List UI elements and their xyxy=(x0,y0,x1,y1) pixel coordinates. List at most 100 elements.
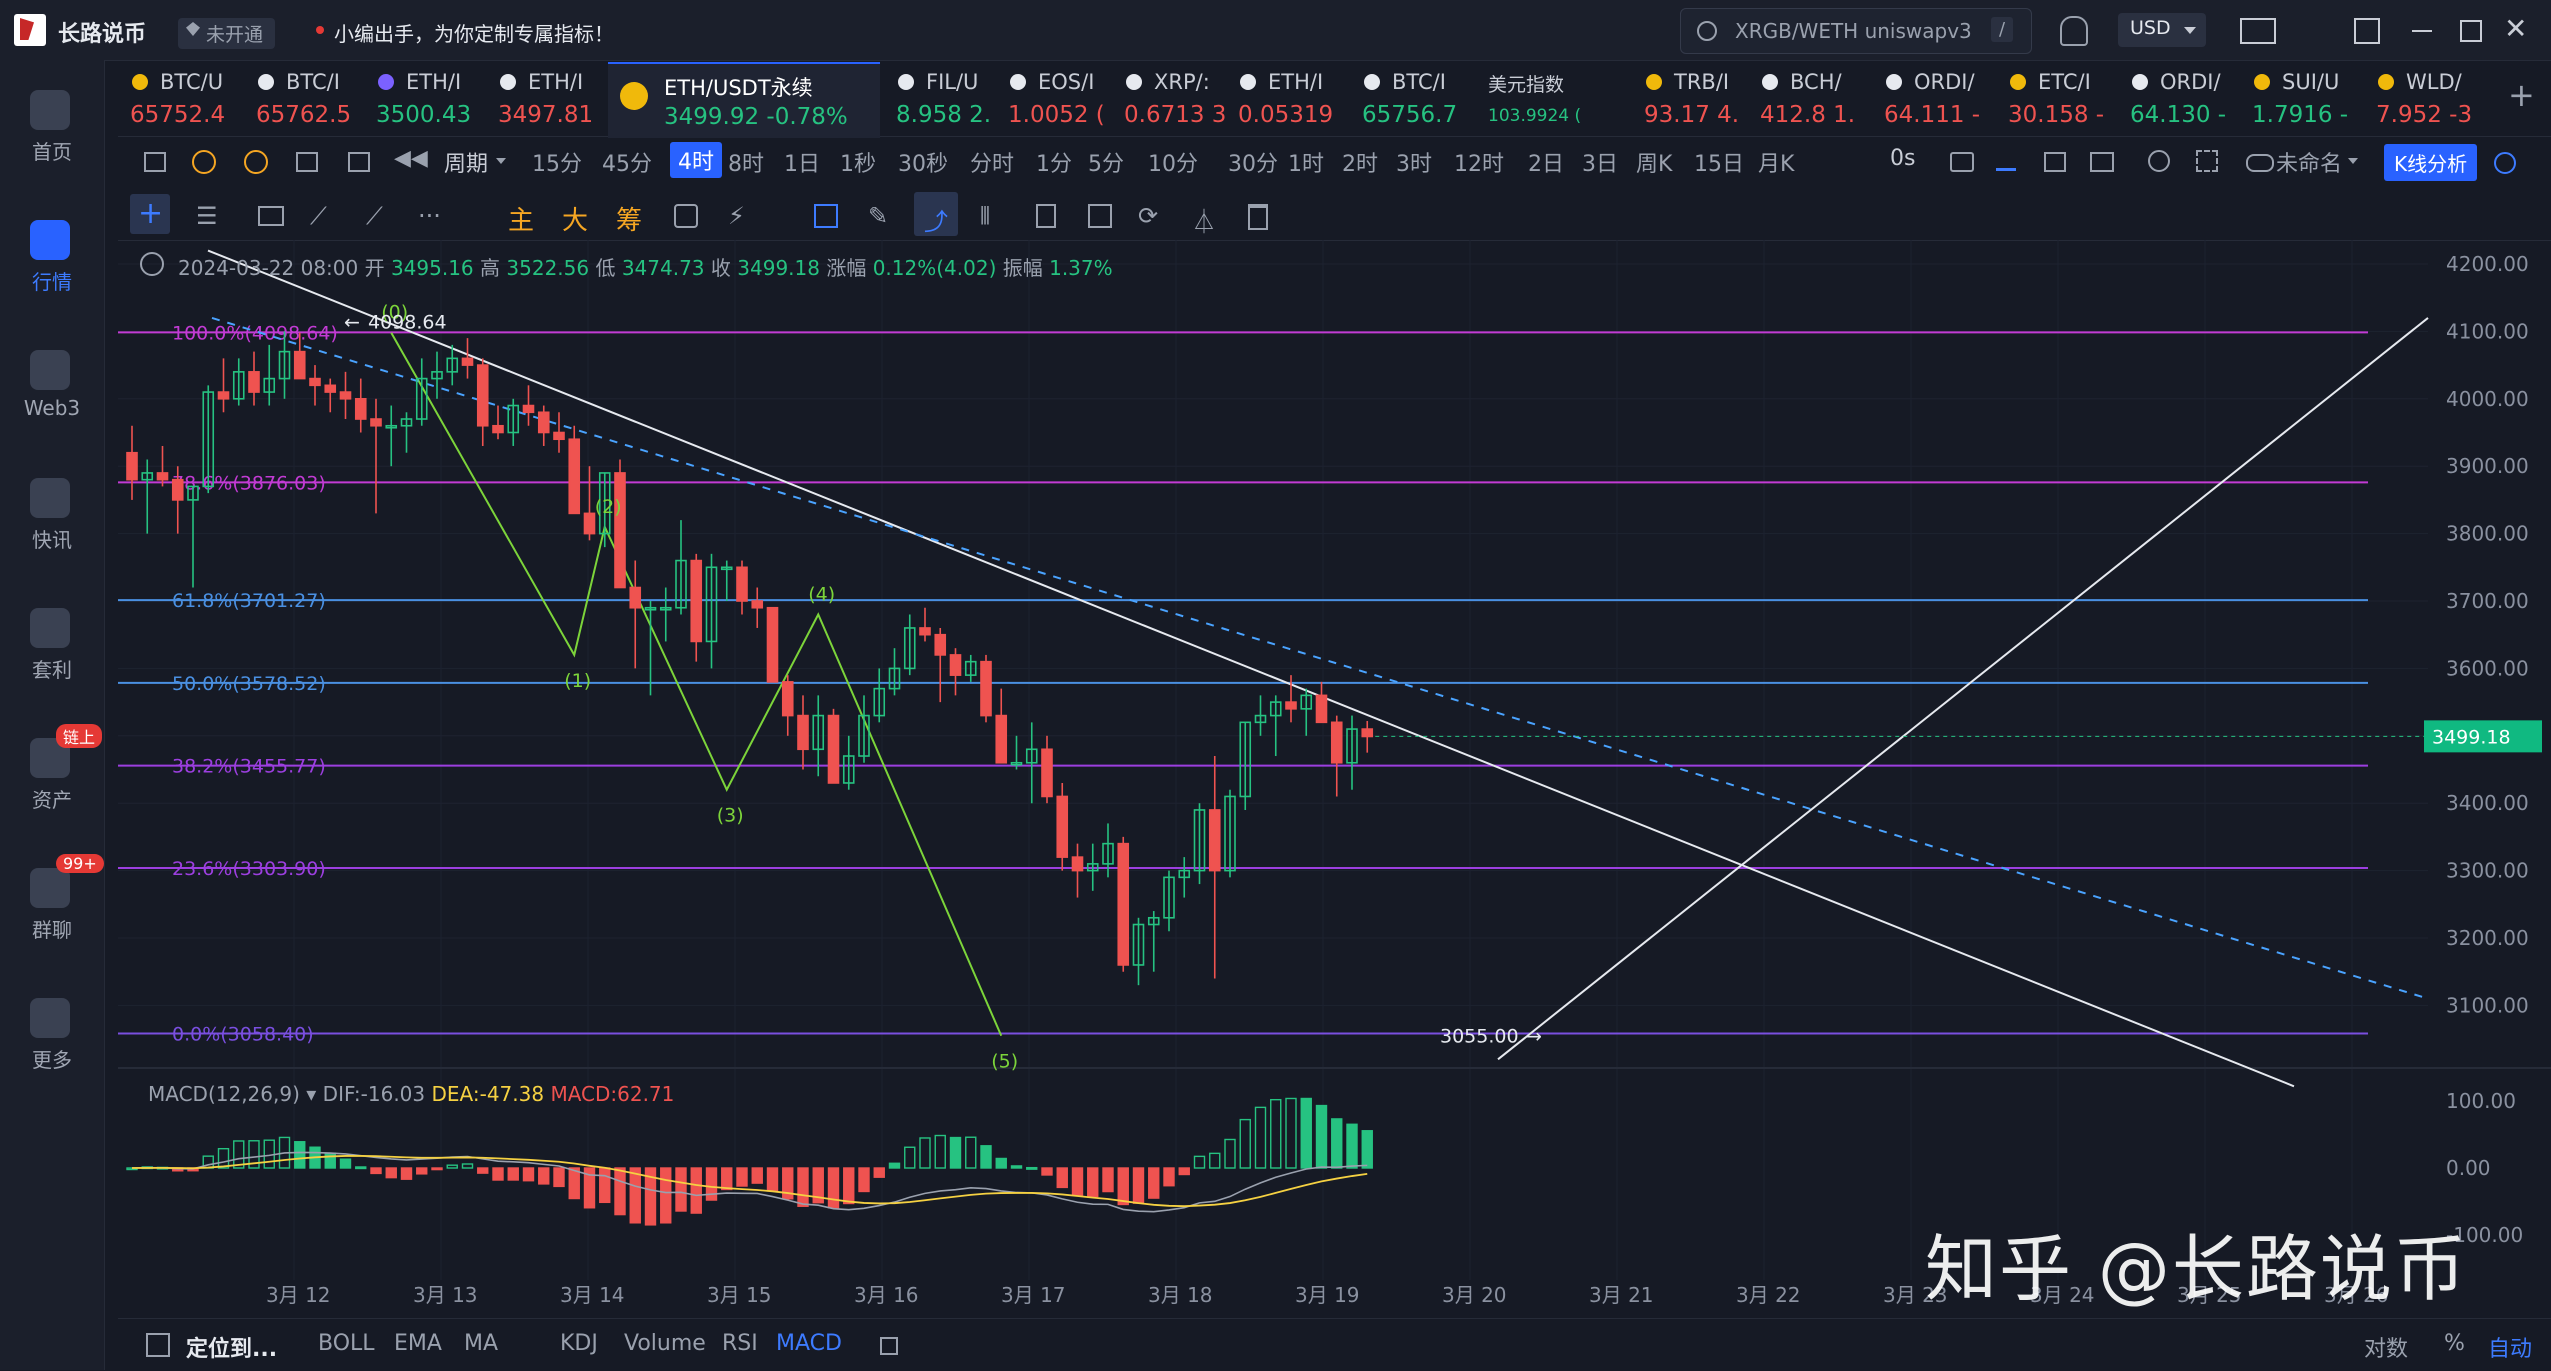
indicator-big-button[interactable]: 大 xyxy=(562,200,588,237)
ticker-tab[interactable]: BTC/I 65762.5 xyxy=(256,62,370,136)
ticker-tab[interactable]: ORDI/64.130 - xyxy=(2130,62,2246,136)
search-input[interactable]: XRGB/WETH uniswapv3 / xyxy=(1680,8,2032,54)
maximize-icon[interactable] xyxy=(2460,20,2482,42)
mail-icon[interactable] xyxy=(2240,18,2276,44)
ticker-tab[interactable]: ETH/I 0.05319 xyxy=(1238,62,1356,136)
sidebar-item-2[interactable]: Web3 xyxy=(0,330,104,440)
cloud-icon[interactable] xyxy=(2246,154,2274,172)
period-3[interactable]: 8时 xyxy=(728,146,764,178)
horizontal-lines-icon[interactable]: ☰ xyxy=(196,202,218,230)
indicator-boll[interactable]: BOLL xyxy=(318,1331,375,1356)
sidebar-item-4[interactable]: 套利 xyxy=(0,588,104,698)
indicator-main-button[interactable]: 主 xyxy=(508,200,534,237)
edit-indicators-icon[interactable] xyxy=(880,1337,898,1355)
ticker-tab[interactable]: 美元指数 103.9924 ( xyxy=(1488,62,1638,136)
log-scale-toggle[interactable]: 对数 xyxy=(2364,1331,2408,1363)
collapse-info-icon[interactable] xyxy=(140,252,164,276)
minimize-icon[interactable] xyxy=(2412,30,2432,32)
screen-icon[interactable] xyxy=(2090,152,2114,172)
add-ticker-icon[interactable]: + xyxy=(2508,76,2535,114)
compare-icon[interactable] xyxy=(348,152,370,172)
notice-text[interactable]: 小编出手，为你定制专属指标！ xyxy=(334,18,614,47)
trend-line-icon[interactable]: ⟋ xyxy=(310,202,327,230)
camera-icon[interactable] xyxy=(1950,152,1974,172)
period-9[interactable]: 5分 xyxy=(1088,146,1124,178)
fullscreen-icon[interactable] xyxy=(2196,150,2218,172)
price-chart[interactable]: 100.0%(4098.64) 78.6%(3876.03) 61.8%(3701.… xyxy=(118,240,2551,1316)
bell-icon[interactable] xyxy=(2060,16,2088,46)
ruler-icon[interactable]: ✎ xyxy=(868,202,888,230)
ray-line-icon[interactable]: ⟋ xyxy=(366,202,383,230)
replay-icon[interactable]: ◀◀ xyxy=(394,146,428,171)
period-2[interactable]: 4时 xyxy=(670,142,722,178)
ticker-tab[interactable]: TRB/I 93.17 4. xyxy=(1644,62,1754,136)
sidebar-item-3[interactable]: 快讯 xyxy=(0,458,104,568)
period-7[interactable]: 分时 xyxy=(970,146,1014,178)
draw-pen-icon[interactable] xyxy=(1996,152,2016,171)
ticker-tab[interactable]: ETH/I 3500.43 xyxy=(376,62,492,136)
period-13[interactable]: 2时 xyxy=(1342,146,1378,178)
indicator-rsi[interactable]: RSI xyxy=(722,1331,758,1356)
popout-window-icon[interactable] xyxy=(2354,18,2380,44)
ticker-tab[interactable]: WLD/7.952 -3 xyxy=(2376,62,2512,136)
period-18[interactable]: 周K xyxy=(1636,146,1672,178)
period-1[interactable]: 45分 xyxy=(602,146,652,178)
sidebar-item-7[interactable]: 更多 xyxy=(0,978,104,1088)
copy-layout-icon[interactable] xyxy=(814,204,838,228)
sidebar-item-0[interactable]: 首页 xyxy=(0,70,104,180)
magnet-icon[interactable]: ⟳ xyxy=(1138,202,1158,230)
ticker-tab[interactable]: EOS/I 1.0052 ( xyxy=(1008,62,1118,136)
ticker-tab[interactable]: FIL/U 8.958 2. xyxy=(896,62,1002,136)
locate-to-button[interactable]: 定位到... xyxy=(186,1331,277,1363)
period-14[interactable]: 3时 xyxy=(1396,146,1432,178)
ticker-tab[interactable]: BTC/U 65752.4 xyxy=(130,62,250,136)
period-12[interactable]: 1时 xyxy=(1288,146,1324,178)
period-10[interactable]: 10分 xyxy=(1148,146,1198,178)
share-icon[interactable] xyxy=(2494,152,2516,174)
indicator-ema[interactable]: EMA xyxy=(394,1331,442,1356)
bars-pattern-icon[interactable]: ⫴ xyxy=(980,202,990,230)
indicator-ma[interactable]: MA xyxy=(464,1331,498,1356)
period-0[interactable]: 15分 xyxy=(532,146,582,178)
period-16[interactable]: 2日 xyxy=(1528,146,1564,178)
ticker-tab[interactable]: ETH/USDT永续 3499.92 -0.78% xyxy=(608,62,880,138)
note-icon[interactable] xyxy=(1088,204,1112,228)
crosshair-icon[interactable]: + xyxy=(138,196,163,231)
indicator-volume[interactable]: Volume xyxy=(624,1331,706,1356)
sidebar-item-6[interactable]: 群聊 99+ xyxy=(0,848,104,958)
indicator-macd[interactable]: MACD xyxy=(776,1331,842,1356)
flash-icon[interactable] xyxy=(244,150,268,174)
ticker-tab[interactable]: ETH/I 3497.81 xyxy=(498,62,612,136)
calendar-icon[interactable] xyxy=(296,152,318,172)
ticker-tab[interactable]: BCH/412.8 1. xyxy=(1760,62,1878,136)
indicator-clock-icon[interactable] xyxy=(192,150,216,174)
layout-name[interactable]: 未命名 xyxy=(2276,146,2342,178)
period-15[interactable]: 12时 xyxy=(1454,146,1504,178)
layout-icon[interactable] xyxy=(2044,152,2066,172)
rectangle-tool-icon[interactable] xyxy=(258,206,284,226)
indicator-kdj[interactable]: KDJ xyxy=(560,1331,598,1356)
percent-scale-toggle[interactable]: % xyxy=(2444,1331,2465,1356)
measure-icon[interactable]: ⚡ xyxy=(728,202,745,230)
sidebar-item-1[interactable]: 行情 xyxy=(0,200,104,310)
period-20[interactable]: 月K xyxy=(1758,146,1794,178)
ticker-tab[interactable]: BTC/I 65756.7 xyxy=(1362,62,1482,136)
ticker-tab[interactable]: XRP/: 0.6713 3 xyxy=(1124,62,1232,136)
sync-icon[interactable] xyxy=(674,204,698,228)
currency-select[interactable]: USD xyxy=(2118,13,2206,47)
auto-scale-toggle[interactable]: 自动 xyxy=(2488,1331,2532,1363)
chart-type-icon[interactable] xyxy=(144,152,166,172)
period-4[interactable]: 1日 xyxy=(784,146,820,178)
period-19[interactable]: 15日 xyxy=(1694,146,1744,178)
ticker-tab[interactable]: ETC/I 30.158 - xyxy=(2008,62,2124,136)
period-11[interactable]: 30分 xyxy=(1228,146,1278,178)
more-tools-icon[interactable]: ··· xyxy=(418,202,441,230)
period-8[interactable]: 1分 xyxy=(1036,146,1072,178)
filter-icon[interactable]: ⏃ xyxy=(1192,202,1216,237)
pattern-tool-icon[interactable]: ⤴ xyxy=(924,202,948,237)
period-17[interactable]: 3日 xyxy=(1582,146,1618,178)
sidebar-item-5[interactable]: 资产 链上 xyxy=(0,718,104,828)
period-label[interactable]: 周期 xyxy=(444,146,488,178)
settings-gear-icon[interactable] xyxy=(2148,150,2170,172)
kline-analysis-button[interactable]: K线分析 xyxy=(2384,144,2478,181)
